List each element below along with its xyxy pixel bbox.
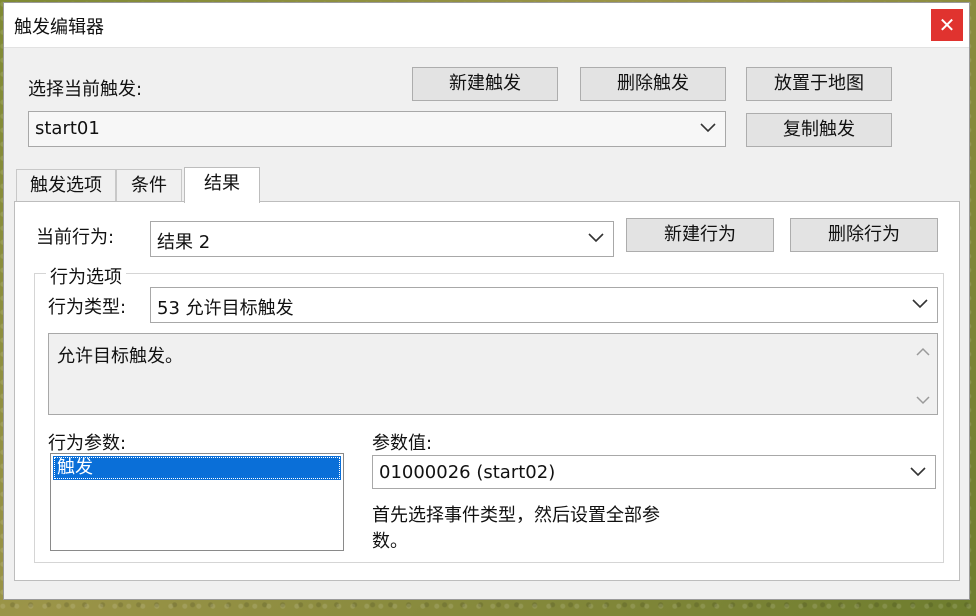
- scroll-down-icon[interactable]: [916, 395, 930, 405]
- action-options-group-title: 行为选项: [46, 263, 126, 289]
- window-title: 触发编辑器: [14, 17, 104, 38]
- delete-trigger-button[interactable]: 删除触发: [580, 67, 726, 101]
- chevron-down-icon: [700, 123, 716, 133]
- description-scrollbar[interactable]: [910, 335, 936, 413]
- chevron-down-icon: [910, 467, 926, 477]
- current-action-label: 当前行为:: [36, 227, 115, 248]
- current-trigger-value: start01: [35, 118, 100, 139]
- chevron-down-icon: [588, 233, 604, 243]
- new-trigger-button[interactable]: 新建触发: [412, 67, 558, 101]
- current-action-value: 结果 2: [157, 232, 211, 253]
- place-on-map-button[interactable]: 放置于地图: [746, 67, 892, 101]
- delete-action-button[interactable]: 删除行为: [790, 218, 938, 252]
- chevron-down-icon: [912, 299, 928, 309]
- scroll-up-icon[interactable]: [916, 347, 930, 357]
- param-hint-text: 首先选择事件类型，然后设置全部参数。: [372, 505, 660, 552]
- list-item[interactable]: 触发: [53, 456, 341, 480]
- action-description-box: 允许目标触发。: [48, 333, 938, 415]
- param-value-label: 参数值:: [372, 433, 433, 454]
- tab-conditions[interactable]: 条件: [116, 169, 182, 201]
- param-value-dropdown[interactable]: 01000026 (start02): [372, 455, 936, 489]
- action-params-label: 行为参数:: [48, 433, 127, 454]
- close-button[interactable]: ✕: [931, 9, 963, 41]
- action-type-dropdown[interactable]: 53 允许目标触发: [150, 287, 938, 323]
- trigger-editor-dialog: 触发编辑器 ✕ 选择当前触发: 新建触发 删除触发 放置于地图 start01 …: [3, 2, 970, 600]
- new-action-button[interactable]: 新建行为: [626, 218, 774, 252]
- action-type-label: 行为类型:: [48, 297, 127, 318]
- title-bar: 触发编辑器 ✕: [4, 3, 969, 48]
- tab-results[interactable]: 结果: [184, 167, 260, 203]
- copy-trigger-button[interactable]: 复制触发: [746, 113, 892, 147]
- current-action-dropdown[interactable]: 结果 2: [150, 221, 614, 257]
- param-value: 01000026 (start02): [379, 462, 556, 483]
- current-trigger-dropdown[interactable]: start01: [28, 111, 726, 147]
- tab-trigger-options[interactable]: 触发选项: [16, 169, 116, 201]
- action-params-list[interactable]: 触发: [50, 453, 344, 551]
- select-trigger-label: 选择当前触发:: [28, 79, 143, 100]
- action-type-value: 53 允许目标触发: [157, 298, 294, 319]
- action-description-text: 允许目标触发。: [57, 346, 183, 367]
